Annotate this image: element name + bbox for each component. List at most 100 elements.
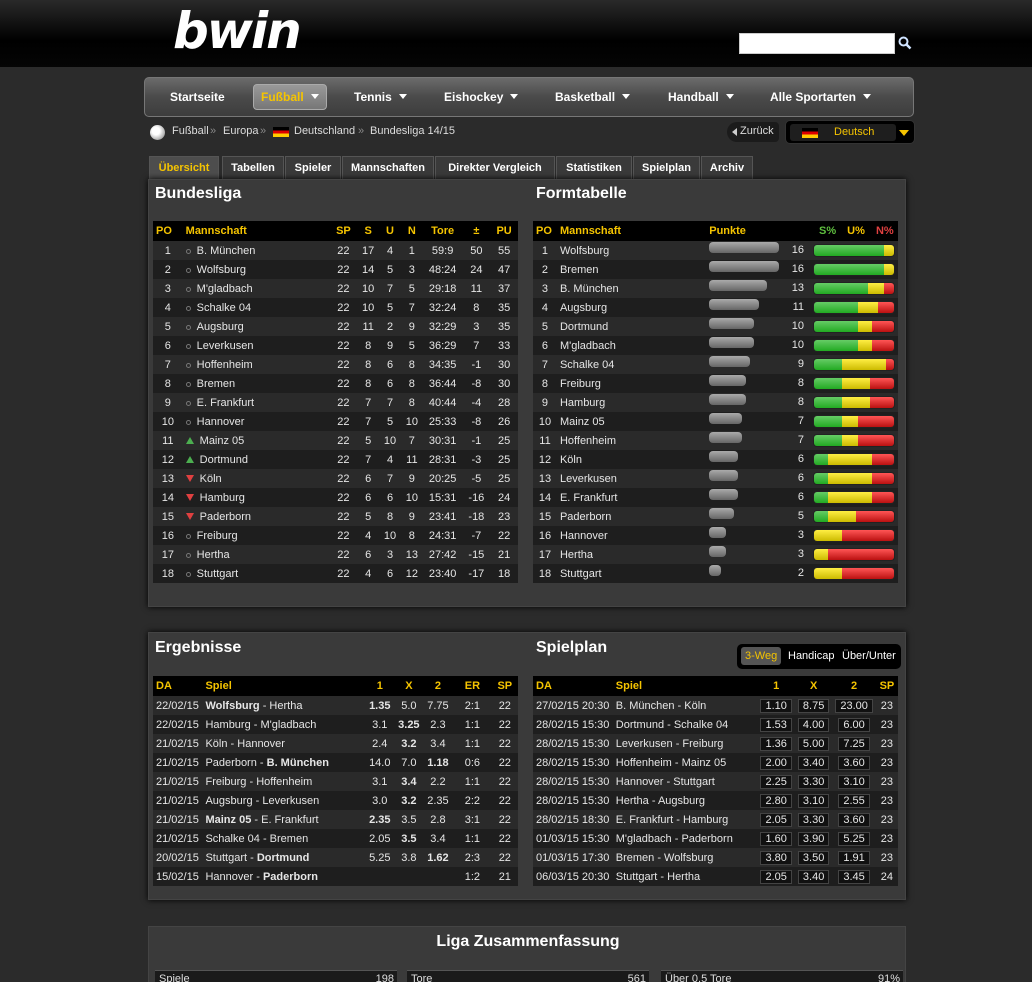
team-name[interactable]: Hertha (197, 549, 230, 561)
team-name[interactable]: Köln (560, 454, 582, 466)
team-name[interactable]: Dortmund (560, 321, 608, 333)
match-part[interactable]: Dortmund (257, 852, 310, 864)
match-part[interactable]: Augsburg - Leverkusen (205, 795, 319, 807)
language-select[interactable]: Deutsch (785, 120, 915, 144)
table-row[interactable]: 27/02/15 20:30 B. München - Köln 1.10 8.75 2… (533, 696, 898, 715)
table-row[interactable]: 4 Augsburg 11 (533, 298, 898, 317)
table-row[interactable]: 5 Augsburg 22 11 2 9 32:29 3 35 (153, 317, 518, 336)
odds-button[interactable]: 3.30 (797, 774, 830, 789)
table-row[interactable]: 18 Stuttgart 22 4 6 12 23:40 -17 18 (153, 564, 518, 583)
tab-spielplan[interactable]: Spielplan (633, 156, 700, 180)
team-name[interactable]: Augsburg (560, 302, 607, 314)
table-row[interactable]: 21/02/15 Augsburg - Leverkusen 3.0 3.2 2.35 2… (153, 791, 518, 810)
odds-button[interactable]: 3.40 (797, 869, 830, 884)
table-row[interactable]: 17 Hertha 22 6 3 13 27:42 -15 21 (153, 545, 518, 564)
odds-button[interactable]: 1.53 (760, 717, 792, 732)
team-name[interactable]: Köln (200, 473, 222, 485)
team-name[interactable]: Stuttgart (560, 568, 602, 580)
tab-archiv[interactable]: Archiv (701, 156, 753, 180)
table-row[interactable]: 10 Mainz 05 7 (533, 412, 898, 431)
tab-tabellen[interactable]: Tabellen (222, 156, 284, 180)
odds-button[interactable]: 3.40 (797, 755, 830, 770)
table-row[interactable]: 28/02/15 15:30 Hoffenheim - Mainz 05 2.00 3… (533, 753, 898, 772)
table-row[interactable]: 1 Wolfsburg 16 (533, 241, 898, 260)
tab-uebersicht[interactable]: Übersicht (149, 156, 219, 180)
team-name[interactable]: Leverkusen (197, 340, 254, 352)
match-part[interactable]: Schalke 04 - Bremen (205, 833, 308, 845)
team-name[interactable]: Augsburg (197, 321, 244, 333)
table-row[interactable]: 15 Paderborn 22 5 8 9 23:41 -18 23 (153, 507, 518, 526)
table-row[interactable]: 22/02/15 Hamburg - M'gladbach 3.1 3.25 2.3 1:… (153, 715, 518, 734)
odds-button[interactable]: 3.45 (838, 869, 870, 884)
table-row[interactable]: 01/03/15 17:30 Bremen - Wolfsburg 3.80 3.50… (533, 848, 898, 867)
match-part[interactable]: Wolfsburg (205, 700, 259, 712)
match-part[interactable]: Mainz 05 (205, 814, 251, 826)
team-name[interactable]: Hertha (560, 549, 593, 561)
odds-button[interactable]: 6.00 (838, 717, 870, 732)
table-row[interactable]: 01/03/15 15:30 M'gladbach - Paderborn 1.60… (533, 829, 898, 848)
match-part[interactable]: Stuttgart - (205, 852, 256, 864)
match-part[interactable]: Köln - Hannover (205, 738, 285, 750)
table-row[interactable]: 21/02/15 Schalke 04 - Bremen 2.05 3.5 3.4 1:1… (153, 829, 518, 848)
team-name[interactable]: Dortmund (200, 454, 248, 466)
table-row[interactable]: 1 B. München 22 17 4 1 59:9 50 55 (153, 241, 518, 260)
odds-button[interactable]: 1.36 (760, 736, 792, 751)
tab-spieler[interactable]: Spieler (285, 156, 341, 180)
table-row[interactable]: 06/03/15 20:30 Stuttgart - Hertha 2.05 3.40… (533, 867, 898, 886)
odds-button[interactable]: 5.25 (838, 831, 870, 846)
team-name[interactable]: B. München (197, 245, 256, 257)
tab-direkter-vergleich[interactable]: Direkter Vergleich (435, 156, 555, 180)
team-name[interactable]: Mainz 05 (200, 435, 245, 447)
table-row[interactable]: 21/02/15 Paderborn - B. München 14.0 7.0 1.1… (153, 753, 518, 772)
table-row[interactable]: 28/02/15 15:30 Hertha - Augsburg 2.80 3.10 2… (533, 791, 898, 810)
match-part[interactable]: Freiburg - Hoffenheim (205, 776, 312, 788)
team-name[interactable]: Hamburg (560, 397, 605, 409)
tab-mannschaften[interactable]: Mannschaften (342, 156, 434, 180)
table-row[interactable]: 4 Schalke 04 22 10 5 7 32:24 8 35 (153, 298, 518, 317)
odds-button[interactable]: 7.25 (838, 736, 870, 751)
team-name[interactable]: Hoffenheim (197, 359, 253, 371)
team-name[interactable]: Schalke 04 (560, 359, 614, 371)
odds-button[interactable]: 4.00 (797, 717, 830, 732)
match-part[interactable]: Hamburg - M'gladbach (205, 719, 316, 731)
odds-button[interactable]: 2.55 (838, 793, 870, 808)
table-row[interactable]: 21/02/15 Freiburg - Hoffenheim 3.1 3.4 2.2 1:… (153, 772, 518, 791)
search-input[interactable] (739, 33, 895, 54)
nav-fussball[interactable]: Fußball (261, 90, 319, 104)
odds-button[interactable]: 1.60 (760, 831, 792, 846)
table-row[interactable]: 3 M'gladbach 22 10 7 5 29:18 11 37 (153, 279, 518, 298)
table-row[interactable]: 21/02/15 Köln - Hannover 2.4 3.2 3.4 1:1 22 (153, 734, 518, 753)
table-row[interactable]: 15/02/15 Hannover - Paderborn 1:2 21 (153, 867, 518, 886)
table-row[interactable]: 20/02/15 Stuttgart - Dortmund 5.25 3.8 1.62 2… (153, 848, 518, 867)
odds-button[interactable]: 3.80 (760, 850, 792, 865)
table-row[interactable]: 14 Hamburg 22 6 6 10 15:31 -16 24 (153, 488, 518, 507)
nav-tennis[interactable]: Tennis (354, 90, 407, 104)
team-name[interactable]: Bremen (560, 264, 599, 276)
team-name[interactable]: Hannover (197, 416, 245, 428)
odds-button[interactable]: 2.05 (760, 869, 792, 884)
table-row[interactable]: 28/02/15 18:30 E. Frankfurt - Hamburg 2.05… (533, 810, 898, 829)
breadcrumb-europa[interactable]: Europa (223, 125, 258, 137)
odds-button[interactable]: 1.91 (838, 850, 870, 865)
team-name[interactable]: E. Frankfurt (197, 397, 254, 409)
team-name[interactable]: M'gladbach (197, 283, 253, 295)
team-name[interactable]: Mainz 05 (560, 416, 605, 428)
match-part[interactable]: Hannover - (205, 871, 262, 883)
table-row[interactable]: 5 Dortmund 10 (533, 317, 898, 336)
odds-button[interactable]: 2.80 (760, 793, 792, 808)
table-row[interactable]: 6 M'gladbach 10 (533, 336, 898, 355)
odds-button[interactable]: 23.00 (835, 698, 873, 713)
team-name[interactable]: Leverkusen (560, 473, 617, 485)
odds-button[interactable]: 1.10 (760, 698, 792, 713)
mode-3weg[interactable]: 3-Weg (741, 647, 782, 665)
tab-statistiken[interactable]: Statistiken (556, 156, 632, 180)
odds-button[interactable]: 3.10 (838, 774, 870, 789)
team-name[interactable]: E. Frankfurt (560, 492, 617, 504)
table-row[interactable]: 13 Leverkusen 6 (533, 469, 898, 488)
nav-alle-sportarten[interactable]: Alle Sportarten (770, 90, 872, 104)
bwin-logo[interactable]: bwin (173, 2, 302, 60)
odds-button[interactable]: 2.25 (760, 774, 792, 789)
match-part[interactable]: - E. Frankfurt (251, 814, 318, 826)
table-row[interactable]: 8 Freiburg 8 (533, 374, 898, 393)
search-icon[interactable] (898, 36, 912, 50)
